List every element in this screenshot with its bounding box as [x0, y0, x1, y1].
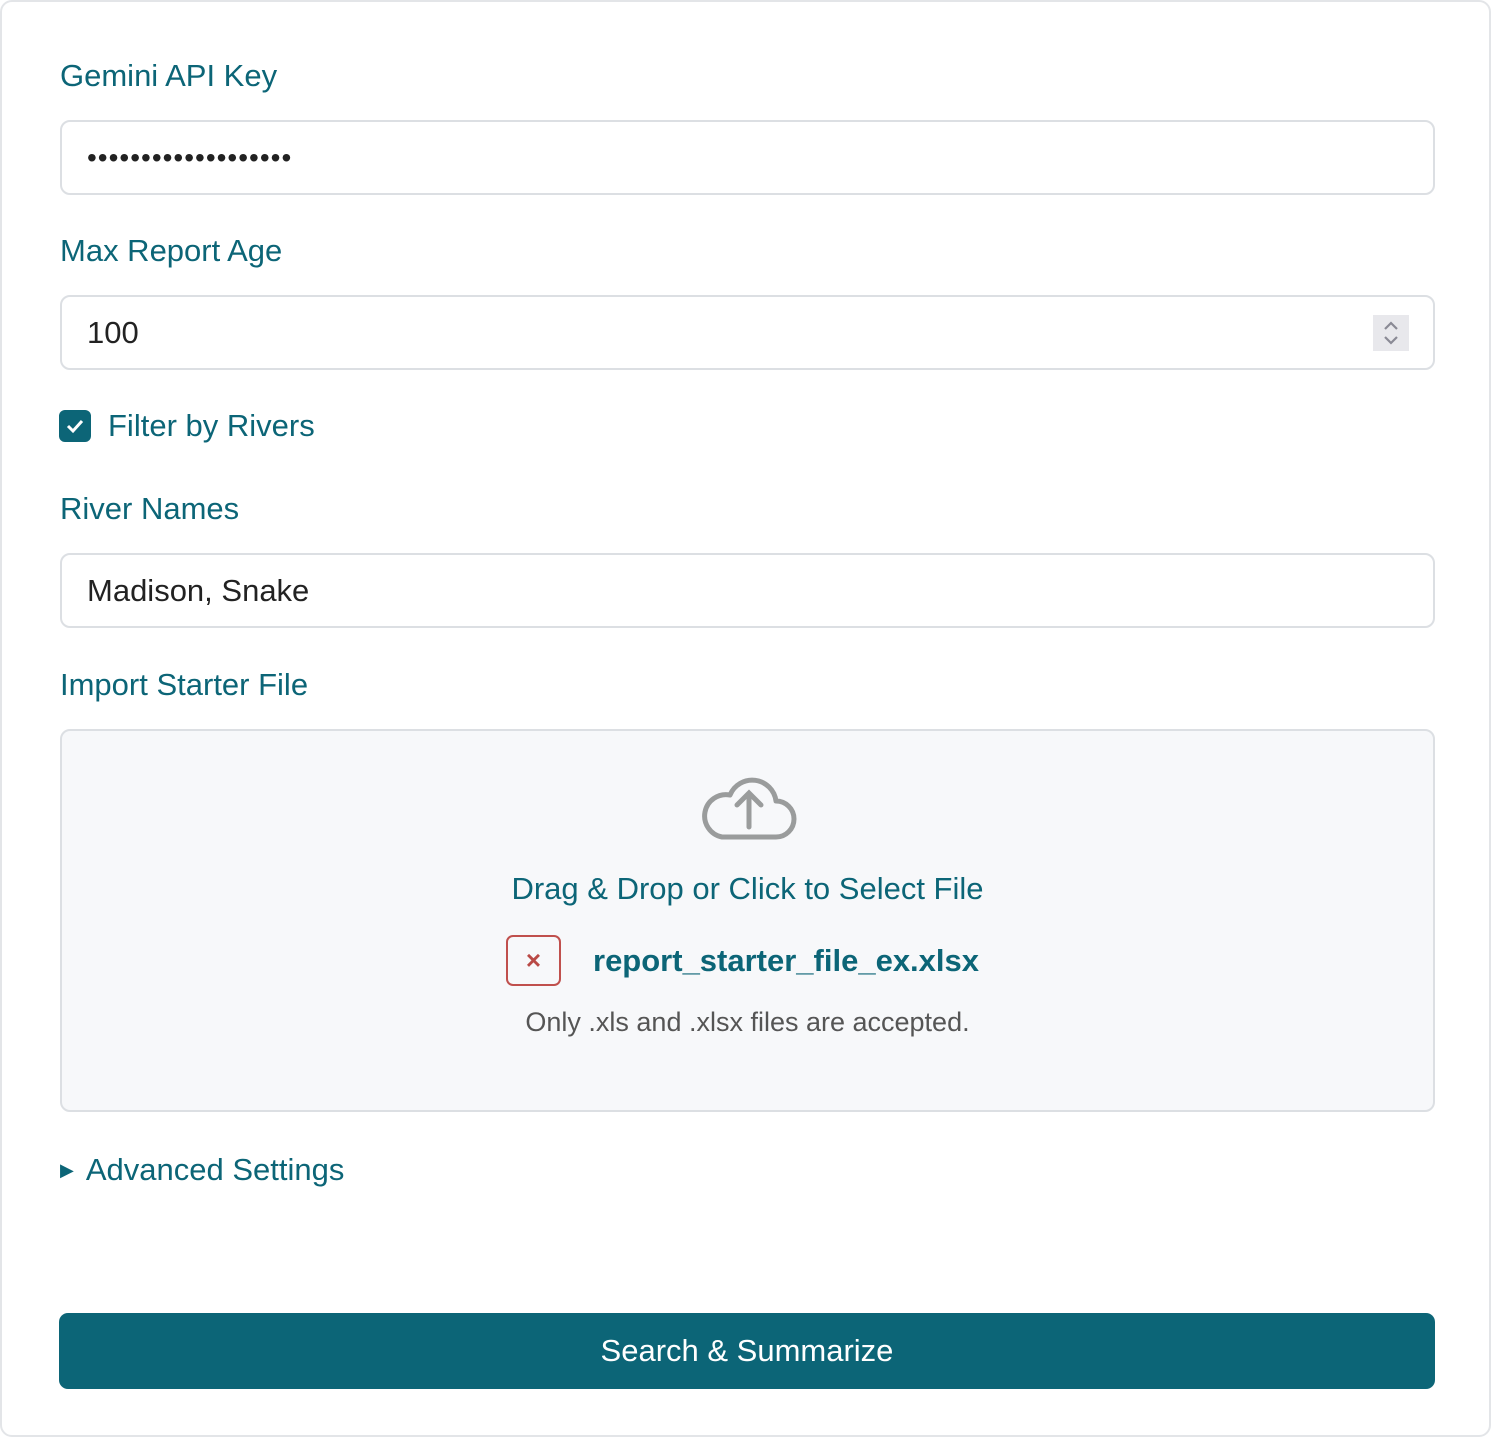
file-name: report_starter_file_ex.xlsx — [593, 942, 980, 978]
advanced-settings-toggle[interactable]: ▶ Advanced Settings — [60, 1152, 344, 1188]
river-names-label: River Names — [60, 491, 240, 526]
disclosure-triangle-icon: ▶ — [60, 1159, 74, 1180]
remove-file-button[interactable]: × — [506, 935, 561, 986]
api-key-label: Gemini API Key — [60, 58, 278, 93]
filter-rivers-label[interactable]: Filter by Rivers — [108, 408, 315, 444]
search-summarize-button[interactable]: Search & Summarize — [59, 1313, 1435, 1389]
file-dropzone[interactable]: Drag & Drop or Click to Select File × re… — [60, 729, 1435, 1112]
river-names-input[interactable]: Madison, Snake — [60, 553, 1435, 628]
max-age-label: Max Report Age — [60, 233, 283, 268]
filter-rivers-checkbox[interactable] — [59, 410, 91, 442]
settings-card: Gemini API Key ••••••••••••••••••• Max R… — [0, 0, 1491, 1437]
cloud-upload-icon — [702, 777, 797, 840]
file-type-hint: Only .xls and .xlsx files are accepted. — [525, 1007, 970, 1037]
max-age-value: 100 — [87, 314, 139, 350]
selected-file: × report_starter_file_ex.xlsx — [506, 935, 979, 986]
api-key-input[interactable]: ••••••••••••••••••• — [60, 120, 1435, 195]
checkmark-icon — [66, 419, 84, 434]
dropzone-instructions: Drag & Drop or Click to Select File — [511, 871, 984, 906]
advanced-settings-label: Advanced Settings — [85, 1152, 345, 1187]
stepper-arrows-icon — [1384, 321, 1398, 345]
import-file-label: Import Starter File — [60, 667, 309, 702]
number-stepper[interactable] — [1373, 315, 1409, 351]
max-age-input[interactable]: 100 — [60, 295, 1435, 370]
